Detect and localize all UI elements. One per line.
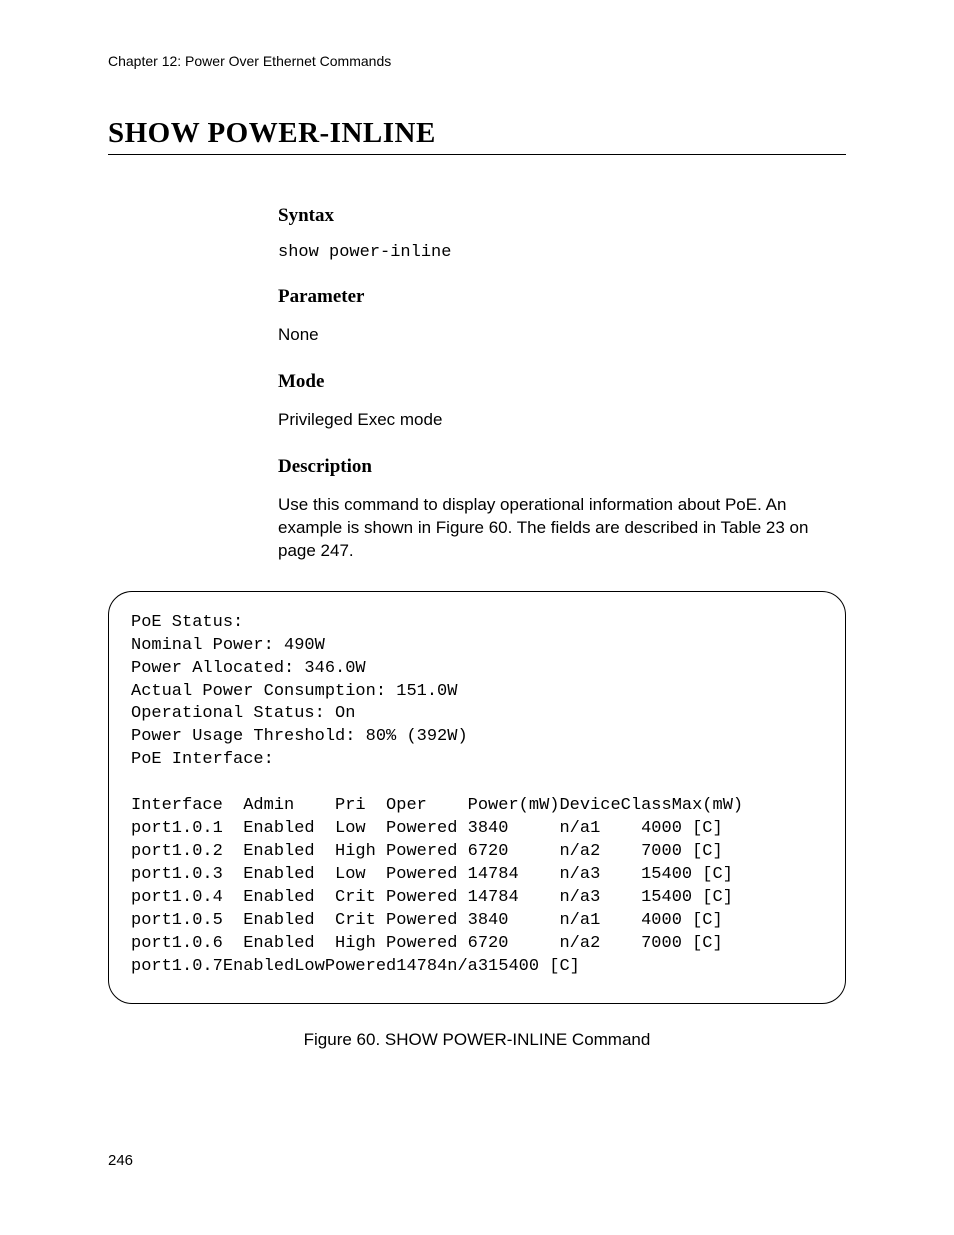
syntax-content: show power-inline xyxy=(278,243,846,262)
output-table-row: port1.0.4 Enabled Crit Powered 14784 n/a… xyxy=(131,888,733,907)
parameter-content: None xyxy=(278,324,846,347)
figure-caption: Figure 60. SHOW POWER-INLINE Command xyxy=(108,1030,846,1050)
output-line: Operational Status: On xyxy=(131,704,355,723)
output-table-row: port1.0.2 Enabled High Powered 6720 n/a2… xyxy=(131,842,723,861)
output-line: Power Usage Threshold: 80% (392W) xyxy=(131,727,468,746)
output-table-header: Interface Admin Pri Oper Power(mW)Device… xyxy=(131,796,743,815)
output-table-row: port1.0.7EnabledLowPowered14784n/a315400… xyxy=(131,957,580,976)
heading-syntax: Syntax xyxy=(278,205,846,227)
output-table-row: port1.0.5 Enabled Crit Powered 3840 n/a1… xyxy=(131,911,723,930)
output-line: Nominal Power: 490W xyxy=(131,636,325,655)
mode-content: Privileged Exec mode xyxy=(278,409,846,432)
output-line: PoE Interface: xyxy=(131,750,274,769)
heading-parameter: Parameter xyxy=(278,286,846,308)
command-output-box: PoE Status: Nominal Power: 490W Power Al… xyxy=(108,591,846,1004)
output-table-row: port1.0.6 Enabled High Powered 6720 n/a2… xyxy=(131,934,723,953)
page-number: 246 xyxy=(108,1152,133,1169)
output-line: PoE Status: xyxy=(131,613,243,632)
page-title: SHOW POWER-INLINE xyxy=(108,117,846,155)
description-content: Use this command to display operational … xyxy=(278,494,846,563)
chapter-header: Chapter 12: Power Over Ethernet Commands xyxy=(108,53,846,69)
heading-mode: Mode xyxy=(278,371,846,393)
output-table-row: port1.0.3 Enabled Low Powered 14784 n/a3… xyxy=(131,865,733,884)
output-table-row: port1.0.1 Enabled Low Powered 3840 n/a1 … xyxy=(131,819,723,838)
output-line: Power Allocated: 346.0W xyxy=(131,659,366,678)
output-line: Actual Power Consumption: 151.0W xyxy=(131,682,457,701)
heading-description: Description xyxy=(278,456,846,478)
